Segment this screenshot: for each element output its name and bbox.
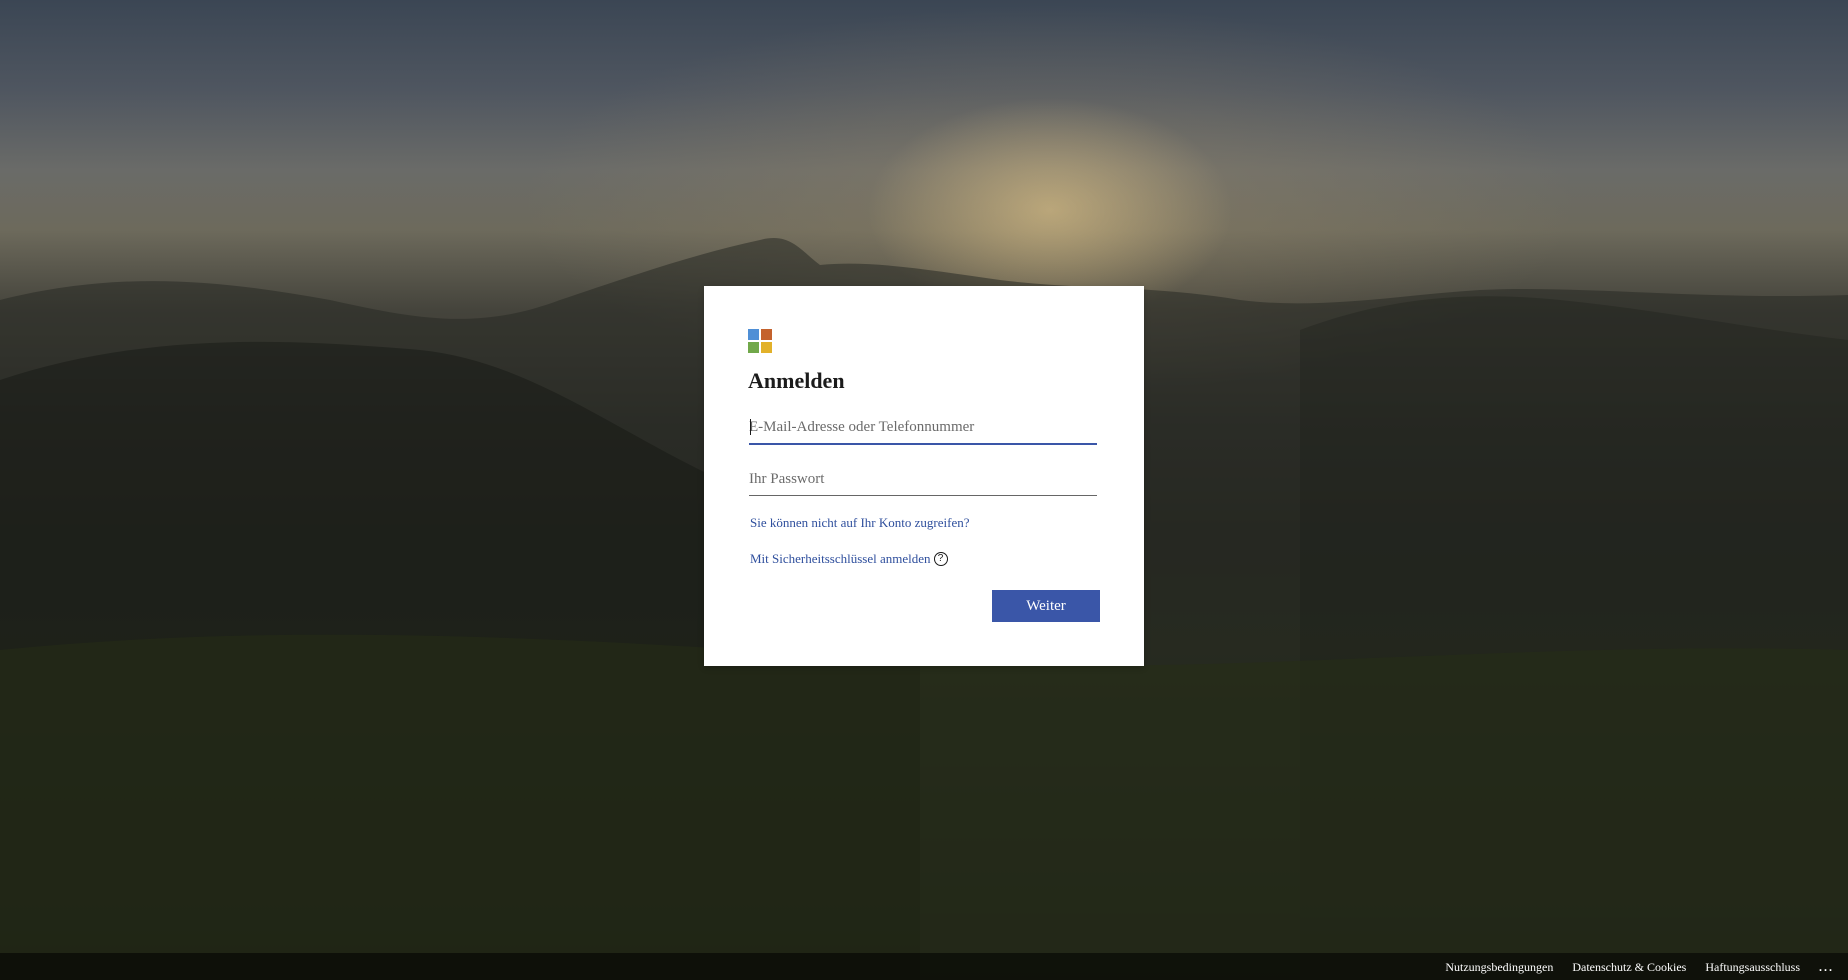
forgot-account-link[interactable]: Sie können nicht auf Ihr Konto zugreifen… bbox=[750, 515, 969, 531]
email-field-wrapper bbox=[749, 413, 1097, 445]
footer-terms-link[interactable]: Nutzungsbedingungen bbox=[1445, 960, 1553, 975]
signin-card: Anmelden Sie können nicht auf Ihr Konto … bbox=[704, 286, 1144, 666]
email-field[interactable] bbox=[749, 413, 1097, 441]
page-title: Anmelden bbox=[748, 368, 845, 393]
footer-privacy-link[interactable]: Datenschutz & Cookies bbox=[1572, 960, 1686, 975]
password-field-wrapper bbox=[749, 465, 1097, 496]
footer-bar: Nutzungsbedingungen Datenschutz & Cookie… bbox=[0, 953, 1848, 980]
security-key-link[interactable]: Mit Sicherheitsschlüssel anmelden ? bbox=[750, 551, 948, 567]
text-caret bbox=[750, 419, 751, 435]
footer-disclaimer-link[interactable]: Haftungsausschluss bbox=[1705, 960, 1800, 975]
security-key-link-label: Mit Sicherheitsschlüssel anmelden bbox=[750, 551, 931, 566]
more-options-button[interactable]: ... bbox=[1819, 960, 1834, 975]
footer-links: Nutzungsbedingungen Datenschutz & Cookie… bbox=[1445, 960, 1834, 975]
microsoft-logo-icon bbox=[748, 329, 772, 353]
next-button[interactable]: Weiter bbox=[992, 590, 1100, 622]
question-circle-icon[interactable]: ? bbox=[933, 552, 948, 566]
password-field[interactable] bbox=[749, 465, 1097, 493]
